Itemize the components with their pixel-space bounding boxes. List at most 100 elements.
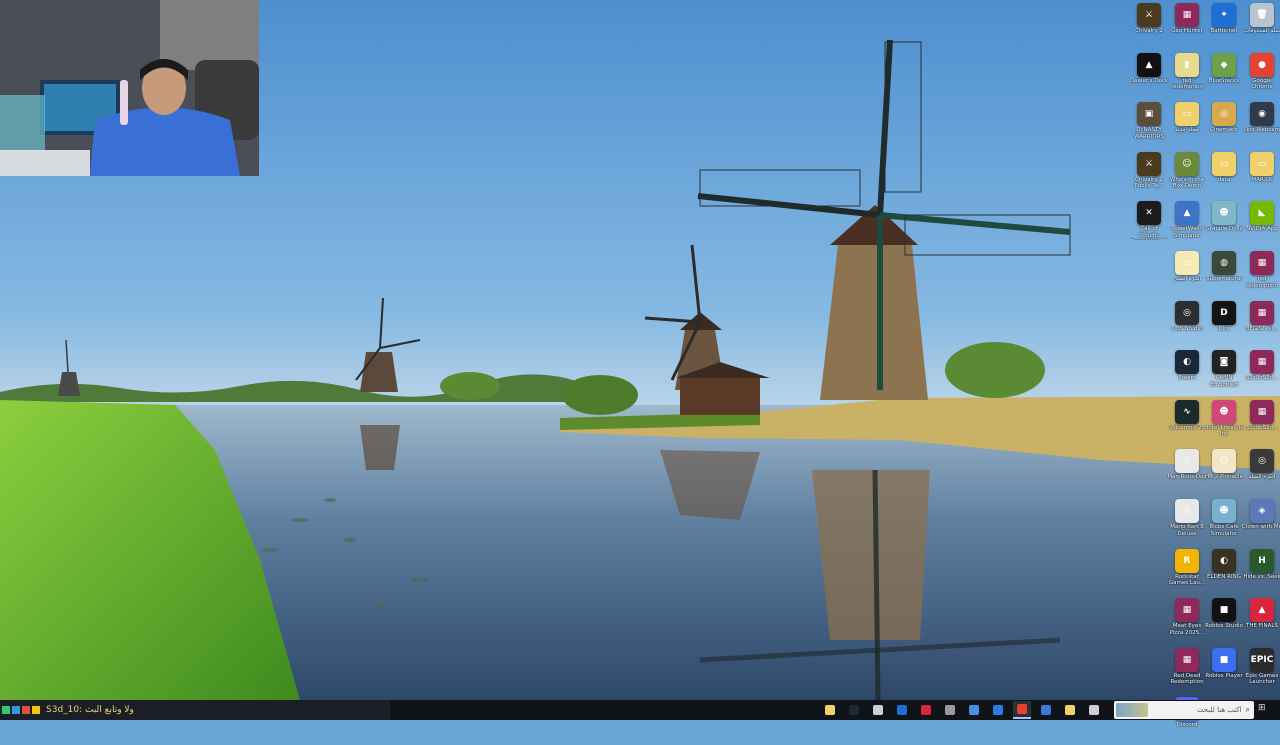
- desktop-icon[interactable]: ● Google Chrome: [1243, 52, 1280, 101]
- taskview-icon: [1089, 705, 1099, 715]
- taskbar-app-button[interactable]: [1061, 701, 1079, 719]
- desktop-icon[interactable]: ▦ Red Dead Redemption: [1168, 647, 1206, 696]
- desktop-icon[interactable]: ◆ BlueStacks: [1205, 52, 1243, 101]
- desktop-icon-label: Clown with Me: [1242, 524, 1280, 530]
- desktop-icon[interactable]: ▲ PowerWash Simulator: [1168, 201, 1206, 249]
- taskbar-app-button[interactable]: [1013, 701, 1031, 719]
- taskbar-app-button[interactable]: [845, 701, 863, 719]
- desktop-icon[interactable]: ▯ Mario Kart 8 Deluxe: [1168, 499, 1206, 547]
- app-icon: ■: [1212, 647, 1236, 672]
- app-icon: [969, 705, 979, 715]
- desktop-icon[interactable]: ◉ Nox Webcam: [1243, 102, 1280, 150]
- app-icon: ◣: [1250, 201, 1274, 226]
- start-button[interactable]: ⊞: [1258, 703, 1272, 717]
- app-icon: ▲: [1175, 201, 1199, 226]
- desktop-icon[interactable]: ◎ الكرة السلة: [1243, 449, 1280, 497]
- desktop-icon[interactable]: ☺ HR 2 Pinnacle: [1205, 449, 1243, 497]
- taskbar-app-button[interactable]: [917, 701, 935, 719]
- app-icon: ◙: [1212, 350, 1236, 375]
- desktop-icon[interactable]: R Rockstar Games Lau...: [1168, 548, 1206, 597]
- desktop-icon-label: THE FINALS: [1246, 623, 1278, 630]
- app-icon: ▭: [1250, 151, 1274, 176]
- app-icon: ●: [1250, 52, 1274, 77]
- desktop-icon[interactable]: D Dire: [1205, 300, 1243, 349]
- taskbar-app-button[interactable]: [941, 701, 959, 719]
- desktop-icon[interactable]: ▯ Man Runs Day: [1167, 449, 1207, 497]
- desktop-icon[interactable]: ☻ Hotel Lifestyle Inc: [1204, 399, 1244, 448]
- desktop-icon[interactable]: ⚔ Chivalry 2 Public Te...: [1130, 151, 1168, 200]
- app-icon: ☺: [1175, 151, 1199, 176]
- desktop-icon[interactable]: ◣ NVIDIA App: [1243, 201, 1280, 249]
- desktop-icon[interactable]: ⚔ Chivalry 2: [1130, 3, 1168, 51]
- desktop-icon[interactable]: ▭ data: [1205, 151, 1243, 200]
- chat-ticker-text: S3d_10: ولا وتابع البث: [46, 705, 134, 715]
- desktop-icon-label: Epic Games Launcher: [1245, 672, 1279, 686]
- app-icon: ▦: [1175, 598, 1199, 623]
- desktop-icon-label: Blobs Cafe Simulator: [1209, 524, 1239, 537]
- desktop-icon-label: red redemption: [1246, 276, 1278, 289]
- taskbar-app-button[interactable]: [821, 701, 839, 719]
- desktop-icon[interactable]: ◙ CABIN Embodied: [1205, 350, 1243, 398]
- desktop-icon-label: Red Dead Redemption: [1170, 672, 1204, 686]
- desktop-icon[interactable]: ☺ Who's in the Box Demo: [1168, 151, 1206, 200]
- desktop-icon[interactable]: ▣ DYNASTY WARRIORS: [1130, 102, 1168, 150]
- desktop-icon[interactable]: ■ Roblox Player: [1205, 647, 1243, 696]
- desktop-icon[interactable]: ◍ Supernatural: [1205, 251, 1243, 299]
- desktop-icon[interactable]: H Hide vs. Seek: [1243, 548, 1280, 597]
- desktop-icon[interactable]: ▦ BFGIST_vi...: [1243, 300, 1280, 349]
- desktop-icon-label: DYNASTY WARRIORS: [1134, 127, 1164, 140]
- taskbar-app-button[interactable]: [1085, 701, 1103, 719]
- desktop-icon[interactable]: ✦ Battle.net: [1205, 3, 1243, 51]
- app-icon: ▦: [1250, 399, 1274, 424]
- app-icon: ◆: [1212, 52, 1236, 77]
- desktop-icon-label: Call of Cthulhu Expedition 33: [1130, 226, 1168, 240]
- desktop-icon[interactable]: ✕Call of Cthulhu Expedition 33: [1130, 201, 1168, 249]
- desktop-icon-label: BlueStacks: [1208, 77, 1240, 84]
- desktop-icon[interactable]: ◈ Clown with Me: [1242, 499, 1280, 547]
- desktop-icon[interactable]: ▭ مجلد جديد: [1168, 102, 1206, 150]
- desktop-icon[interactable]: ▦ Geo Hunter: [1168, 3, 1206, 51]
- desktop-icon[interactable]: ☻ Grapple Dolls: [1205, 201, 1243, 249]
- desktop-icon-label: Geo Hunter: [1171, 28, 1203, 34]
- taskbar-app-button[interactable]: [1037, 701, 1055, 719]
- desktop-icon[interactable]: ■ Roblox Studio: [1205, 598, 1243, 646]
- app-icon: ◍: [1212, 251, 1236, 275]
- desktop-icon[interactable]: ◐ Steam: [1168, 350, 1206, 398]
- desktop-icon-label: Mario Kart 8 Deluxe: [1170, 524, 1204, 537]
- app-icon: ◎: [1212, 102, 1236, 127]
- desktop-icon-label: Rockstar Games Lau...: [1168, 573, 1206, 587]
- app-icon: ◎: [1250, 449, 1274, 474]
- taskbar-app-button[interactable]: [989, 701, 1007, 719]
- taskbar-left-widget[interactable]: S3d_10: ولا وتابع البث: [0, 700, 390, 720]
- desktop-icon[interactable]: ▦ Meat Eyes Pizza 2025...: [1168, 598, 1206, 646]
- desktop-icon[interactable]: EPIC Epic Games Launcher: [1243, 647, 1280, 696]
- desktop-icon-label: Chivalry 2: [1135, 28, 1163, 34]
- app-icon: ■: [1212, 598, 1236, 623]
- desktop-icon[interactable]: ☻ Blobs Cafe Simulator: [1205, 499, 1243, 547]
- desktop-icon[interactable]: ◐ ELDEN RING: [1205, 548, 1243, 597]
- taskbar-app-button[interactable]: [869, 701, 887, 719]
- app-icon: EPIC: [1250, 647, 1274, 672]
- desktop-icon-label: Cinematic: [1210, 127, 1238, 134]
- desktop-icon[interactable]: ▦ red redemption: [1243, 251, 1280, 299]
- desktop-icon[interactable]: ◎ OBS Studio: [1168, 300, 1206, 349]
- desktop-icon[interactable]: ◎ Cinematic: [1205, 102, 1243, 150]
- desktop-icon[interactable]: ▲ Dealer's Deck: [1130, 52, 1168, 101]
- desktop-icon-label: Discord: [1176, 722, 1198, 729]
- store-icon: [1041, 705, 1051, 715]
- desktop-icon[interactable]: ▭ MAR.CK: [1243, 151, 1280, 200]
- taskbar-app-button[interactable]: [893, 701, 911, 719]
- app-icon: ◐: [1175, 350, 1199, 375]
- desktop-icon[interactable]: 🗑 سلة المحذوفات: [1243, 3, 1280, 51]
- desktop-icon[interactable]: ▲ THE FINALS: [1243, 598, 1280, 646]
- taskbar-app-button[interactable]: [965, 701, 983, 719]
- desktop-icon[interactable]: ▦ 32c9b52d...: [1243, 399, 1280, 448]
- desktop-icon[interactable]: ∿ Voicemod V3: [1168, 399, 1206, 448]
- desktop-icon-label: CABIN Embodied: [1210, 375, 1238, 388]
- desktop-icon[interactable]: ▭ الكرة اليمنى: [1168, 251, 1206, 299]
- desktop-icon[interactable]: ▦ 32c9b52d...: [1243, 350, 1280, 398]
- desktop-icon[interactable]: ▮ red redemption: [1168, 52, 1206, 101]
- app-icon: ▯: [1175, 499, 1199, 523]
- desktop-icon-label: ELDEN RING: [1207, 573, 1241, 580]
- taskbar-search-box[interactable]: اكتب هنا للبحث ⌕: [1114, 701, 1254, 719]
